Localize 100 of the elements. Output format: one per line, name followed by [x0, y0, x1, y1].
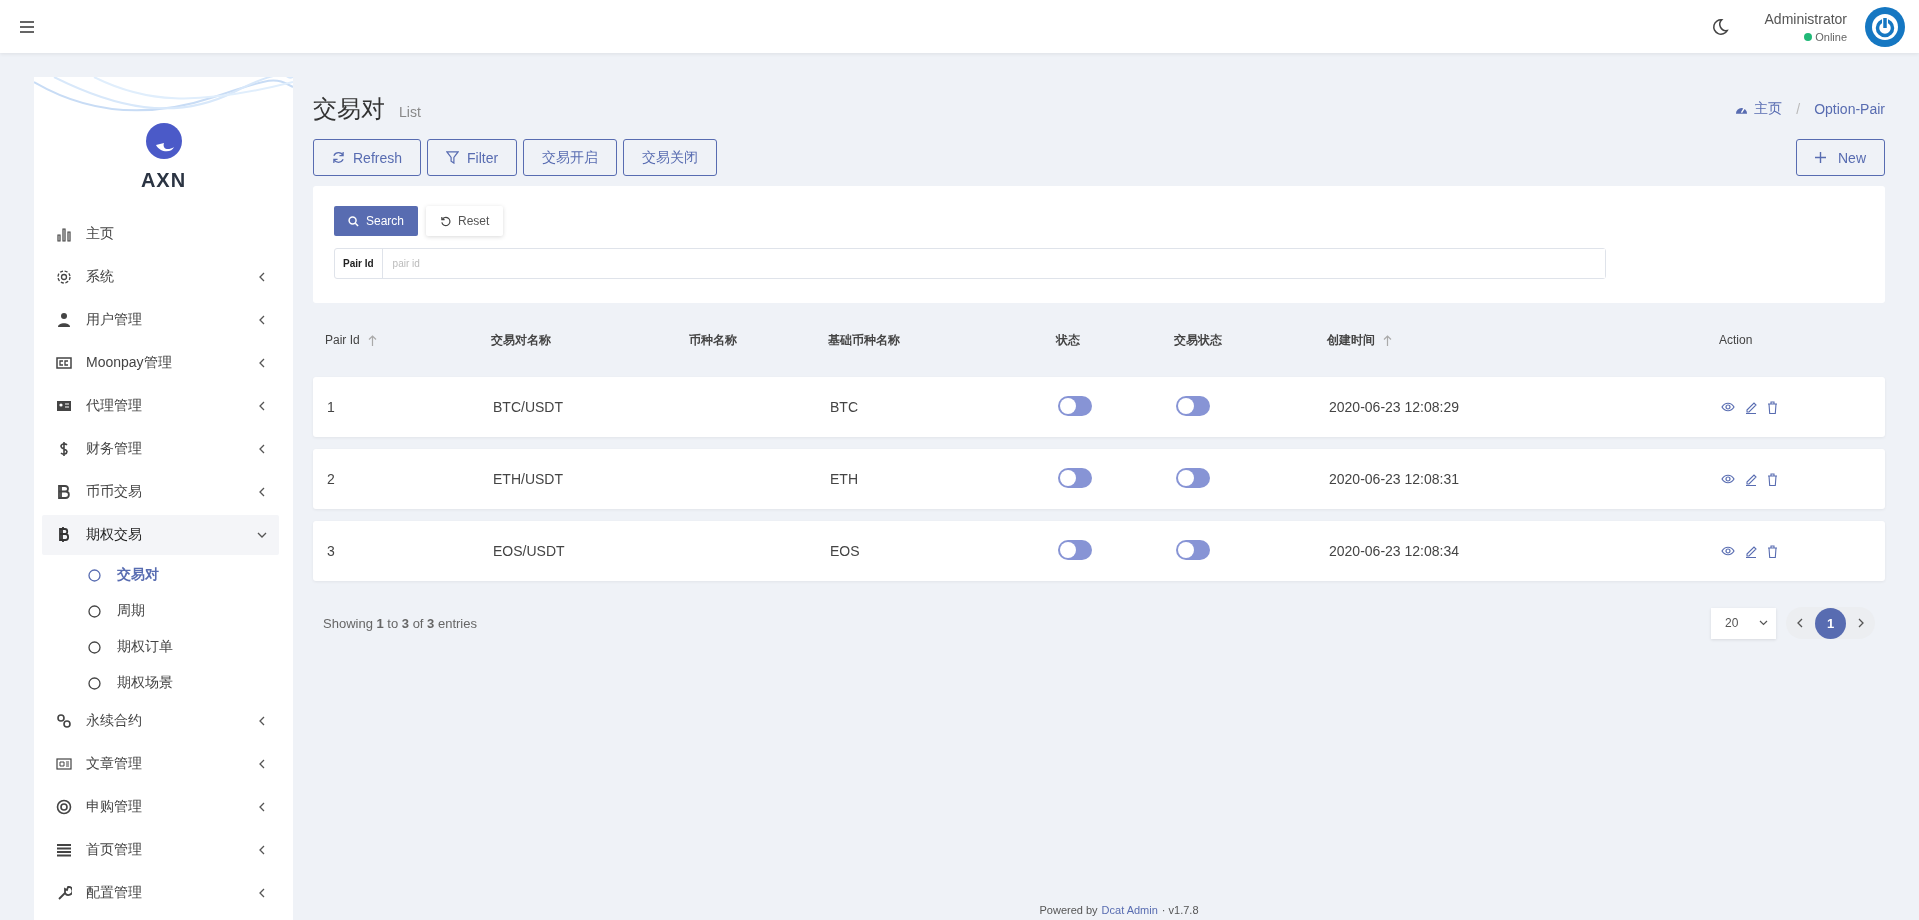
menu-item[interactable]: 财务管理 [42, 428, 279, 469]
trash-icon[interactable] [1767, 472, 1778, 486]
chevron-icon [257, 716, 267, 727]
table-cell: 2 [327, 471, 335, 487]
toggle-switch[interactable] [1058, 539, 1092, 560]
toggle-switch[interactable] [1058, 467, 1092, 488]
filter-icon [446, 151, 460, 164]
menu-item[interactable]: 永续合约 [42, 701, 279, 742]
submenu-item[interactable]: 期权订单 [34, 629, 293, 666]
menu-icon-glyph [56, 225, 72, 242]
table-cell: ETH [830, 471, 858, 487]
view-icon[interactable] [1721, 546, 1735, 556]
footer-text: Powered by [1039, 904, 1098, 916]
column-header[interactable]: 币种名称 [689, 331, 828, 349]
entries-summary: Showing 1 to 3 of 3 entries [323, 615, 477, 631]
table-cell: 2020-06-23 12:08:34 [1329, 543, 1459, 559]
column-header[interactable]: Action [1719, 333, 1885, 347]
toggle-switch[interactable] [1176, 467, 1210, 488]
per-page-select[interactable]: 20 [1711, 607, 1776, 639]
previous-icon[interactable] [1796, 618, 1803, 628]
circle-icon [88, 568, 101, 582]
table-cell: BTC [830, 399, 858, 415]
menu-item[interactable]: 主页 [42, 214, 279, 254]
edit-icon[interactable] [1745, 400, 1757, 414]
menu-icon[interactable] [20, 20, 34, 33]
toolbar-button[interactable]: Filter [427, 139, 518, 176]
table-cell: 2020-06-23 12:08:29 [1329, 399, 1459, 415]
chevron-icon [257, 486, 267, 497]
toolbar-button[interactable]: 交易开启 [523, 139, 618, 176]
user-name: Administrator [1764, 10, 1847, 27]
menu-item[interactable]: 首页管理 [42, 830, 279, 871]
column-header[interactable]: 交易状态 [1174, 331, 1327, 349]
trash-icon[interactable] [1767, 400, 1778, 414]
trash-icon[interactable] [1767, 544, 1778, 558]
table-cell: 2020-06-23 12:08:31 [1329, 471, 1459, 487]
edit-icon[interactable] [1745, 472, 1757, 486]
column-header[interactable]: 基础币种名称 [828, 331, 1056, 349]
chevron-icon [257, 888, 267, 899]
chevron-icon [257, 845, 267, 856]
toggle-switch[interactable] [1176, 539, 1210, 560]
toggle-switch[interactable] [1176, 395, 1210, 416]
menu-item[interactable]: 系统 [42, 256, 279, 297]
breadcrumb-separator: / [1796, 101, 1801, 117]
undo-icon [440, 215, 452, 227]
page-button[interactable]: 1 [1815, 607, 1846, 639]
column-header[interactable]: 交易对名称 [491, 331, 689, 349]
toolbar-button[interactable]: 交易关闭 [623, 139, 718, 176]
edit-icon[interactable] [1745, 544, 1757, 558]
column-header[interactable]: Pair Id [325, 333, 491, 347]
menu-icon-glyph [56, 483, 72, 500]
chevron-icon [257, 314, 267, 325]
chevron-icon [257, 271, 267, 282]
chevron-icon [257, 400, 267, 411]
menu-icon-glyph [56, 799, 72, 816]
menu-item[interactable]: 配置管理 [42, 873, 279, 913]
menu-icon-glyph [56, 354, 72, 371]
next-icon[interactable] [1858, 618, 1865, 628]
menu-icon-glyph [56, 311, 72, 328]
column-header[interactable]: 创建时间 [1327, 331, 1719, 349]
refresh-icon [332, 151, 345, 164]
view-icon[interactable] [1721, 402, 1735, 412]
column-header[interactable]: 状态 [1056, 331, 1174, 349]
avatar-icon[interactable] [1865, 6, 1905, 47]
moon-icon[interactable] [1710, 17, 1729, 36]
reset-button[interactable]: Reset [426, 206, 504, 236]
menu-item[interactable]: 币币交易 [42, 471, 279, 512]
menu-item[interactable]: 申购管理 [42, 787, 279, 828]
toolbar-button[interactable]: Refresh [313, 139, 422, 176]
breadcrumb-link[interactable]: Option-Pair [1814, 101, 1885, 117]
circle-icon [88, 604, 101, 618]
menu-item[interactable]: 用户管理 [42, 299, 279, 340]
footer-link[interactable]: Dcat Admin [1101, 904, 1158, 916]
menu-icon-glyph [56, 713, 72, 730]
menu-icon-glyph [56, 885, 72, 902]
page-subtitle: List [399, 104, 421, 120]
toggle-switch[interactable] [1058, 395, 1092, 416]
view-icon[interactable] [1721, 474, 1735, 484]
circle-icon [88, 676, 101, 690]
table-cell: 1 [327, 399, 335, 415]
plus-icon [1815, 152, 1826, 163]
pair-id-field[interactable]: Pair Id pair id [334, 248, 1606, 279]
menu-item[interactable]: Moonpay管理 [42, 342, 279, 383]
menu-icon-glyph [56, 268, 72, 285]
submenu-item[interactable]: 周期 [34, 593, 293, 630]
table-cell: BTC/USDT [493, 399, 563, 415]
new-button[interactable]: New [1796, 139, 1885, 176]
caret-icon [1759, 620, 1768, 626]
submenu-item[interactable]: 交易对 [34, 557, 293, 594]
search-button[interactable]: Search [334, 206, 419, 236]
chevron-icon [257, 357, 267, 368]
menu-item[interactable]: 期权交易 [42, 514, 279, 555]
menu-icon-glyph [56, 756, 72, 773]
chevron-icon [257, 802, 267, 813]
brand-name: AXN [140, 169, 187, 192]
breadcrumb-link[interactable]: 主页 [1754, 100, 1783, 118]
menu-item[interactable]: 文章管理 [42, 744, 279, 785]
submenu-item[interactable]: 期权场景 [34, 665, 293, 702]
logo-icon [145, 123, 182, 159]
menu-item[interactable]: 代理管理 [42, 385, 279, 426]
chevron-icon [257, 759, 267, 770]
